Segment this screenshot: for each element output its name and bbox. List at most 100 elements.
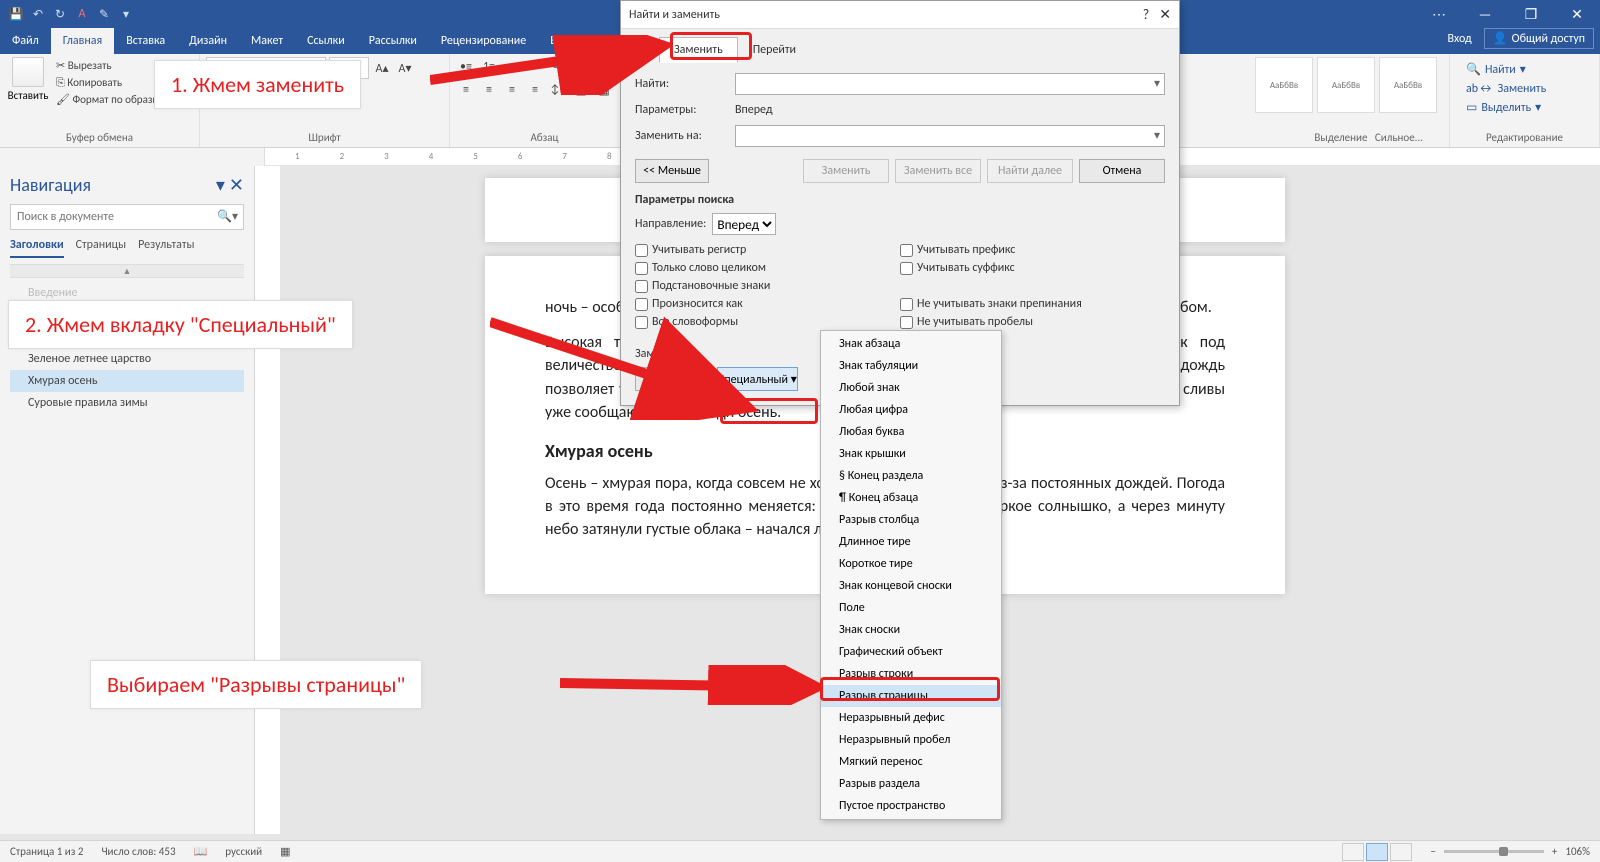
- style-item[interactable]: АаБбВв: [1255, 57, 1313, 113]
- chk-suffix[interactable]: Учитывать суффикс: [900, 261, 1165, 275]
- zoom-slider[interactable]: [1444, 850, 1544, 853]
- undo-icon[interactable]: ↶: [30, 6, 46, 22]
- heading-item[interactable]: Хмурая осень: [10, 370, 244, 392]
- cancel-button[interactable]: Отмена: [1079, 159, 1165, 183]
- menu-item[interactable]: Знак табуляции: [821, 355, 1001, 377]
- style-item[interactable]: АаБбВв: [1379, 57, 1437, 113]
- menu-item[interactable]: Графический объект: [821, 641, 1001, 663]
- tab-home[interactable]: Главная: [51, 28, 114, 54]
- dialog-help-icon[interactable]: ?: [1143, 6, 1150, 23]
- save-icon[interactable]: 💾: [8, 6, 24, 22]
- replace-button[interactable]: Заменить: [803, 159, 889, 183]
- menu-item[interactable]: Пустое пространство: [821, 795, 1001, 817]
- callout-2: 2. Жмем вкладку "Специальный": [8, 300, 353, 349]
- format-painter-button[interactable]: 🖌 Формат по образцу: [56, 91, 163, 108]
- cut-button[interactable]: ✂ Вырезать: [56, 57, 163, 74]
- menu-item[interactable]: Любая цифра: [821, 399, 1001, 421]
- menu-item[interactable]: § Конец раздела: [821, 465, 1001, 487]
- menu-item[interactable]: Поле: [821, 597, 1001, 619]
- nav-collapse-bar[interactable]: ▲: [10, 264, 244, 278]
- replace-all-button[interactable]: Заменить все: [895, 159, 981, 183]
- menu-item[interactable]: Разрыв строки: [821, 663, 1001, 685]
- print-layout-button[interactable]: [1366, 843, 1388, 861]
- replace-with-label: Заменить на:: [635, 129, 735, 143]
- minimize-button[interactable]: —: [1462, 0, 1508, 28]
- heading-item[interactable]: Суровые правила зимы: [10, 392, 244, 414]
- menu-item[interactable]: Знак концевой сноски: [821, 575, 1001, 597]
- vertical-ruler[interactable]: [255, 166, 281, 834]
- web-layout-button[interactable]: [1390, 843, 1412, 861]
- paste-button[interactable]: Вставить: [6, 57, 50, 108]
- menu-item[interactable]: Любая буква: [821, 421, 1001, 443]
- status-macro-icon[interactable]: ▦: [280, 845, 290, 858]
- menu-item[interactable]: Короткое тире: [821, 553, 1001, 575]
- nav-tab-results[interactable]: Результаты: [138, 238, 194, 258]
- status-proofing-icon[interactable]: 📖: [194, 845, 208, 858]
- search-icon[interactable]: 🔍▾: [217, 209, 238, 224]
- share-button[interactable]: 👤Общий доступ: [1484, 28, 1594, 49]
- nav-tab-headings[interactable]: Заголовки: [10, 238, 64, 258]
- tab-layout[interactable]: Макет: [239, 28, 295, 54]
- menu-item[interactable]: Неразрывный пробел: [821, 729, 1001, 751]
- direction-select[interactable]: Вперед: [712, 213, 776, 235]
- chk-ignore-punct[interactable]: Не учитывать знаки препинания: [900, 297, 1165, 311]
- dialog-tab-replace[interactable]: Заменить: [659, 37, 738, 63]
- select-button[interactable]: ▭ Выделить ▾: [1466, 99, 1583, 118]
- menu-item[interactable]: Разрыв столбца: [821, 509, 1001, 531]
- dialog-tab-goto[interactable]: Перейти: [738, 37, 811, 63]
- replace-input[interactable]: [735, 125, 1165, 147]
- font-color-icon[interactable]: A: [74, 6, 90, 22]
- chk-prefix[interactable]: Учитывать префикс: [900, 243, 1165, 257]
- less-button[interactable]: << Меньше: [635, 159, 709, 183]
- grow-font-icon[interactable]: A▴: [372, 58, 392, 78]
- dialog-title: Найти и заменить: [629, 8, 720, 22]
- status-language[interactable]: русский: [225, 845, 262, 858]
- heading-item[interactable]: Зеленое летнее царство: [10, 348, 244, 370]
- find-next-button[interactable]: Найти далее: [987, 159, 1073, 183]
- chk-whole-word[interactable]: Только слово целиком: [635, 261, 900, 275]
- chk-wildcards[interactable]: Подстановочные знаки: [635, 279, 900, 293]
- tab-design[interactable]: Дизайн: [177, 28, 239, 54]
- qat-more-icon[interactable]: ▾: [118, 6, 134, 22]
- find-input[interactable]: [735, 73, 1165, 95]
- menu-item[interactable]: Длинное тире: [821, 531, 1001, 553]
- highlight-icon[interactable]: ✎: [96, 6, 112, 22]
- close-button[interactable]: ✕: [1554, 0, 1600, 28]
- nav-title: Навигация: [10, 174, 91, 196]
- nav-tab-pages[interactable]: Страницы: [76, 238, 127, 258]
- status-words[interactable]: Число слов: 453: [101, 845, 175, 858]
- read-mode-button[interactable]: [1342, 843, 1364, 861]
- menu-item[interactable]: ¶ Конец абзаца: [821, 487, 1001, 509]
- style-item[interactable]: АаБбВв: [1317, 57, 1375, 113]
- maximize-button[interactable]: ❐: [1508, 0, 1554, 28]
- tab-insert[interactable]: Вставка: [114, 28, 177, 54]
- menu-item[interactable]: Неразрывный дефис: [821, 707, 1001, 729]
- redo-icon[interactable]: ↻: [52, 6, 68, 22]
- chk-ignore-space[interactable]: Не учитывать пробелы: [900, 315, 1165, 329]
- menu-item[interactable]: Знак абзаца: [821, 333, 1001, 355]
- replace-button[interactable]: ab↔ Заменить: [1466, 80, 1583, 99]
- shrink-font-icon[interactable]: A▾: [395, 58, 415, 78]
- chk-sounds-like[interactable]: Произносится как: [635, 297, 900, 311]
- find-button[interactable]: 🔍 Найти ▾: [1466, 61, 1583, 80]
- nav-close-icon[interactable]: ▾ ✕: [216, 174, 244, 196]
- menu-item[interactable]: Разрыв раздела: [821, 773, 1001, 795]
- menu-item[interactable]: Знак сноски: [821, 619, 1001, 641]
- tab-mailings[interactable]: Рассылки: [357, 28, 429, 54]
- zoom-out-button[interactable]: −: [1430, 845, 1435, 858]
- status-page[interactable]: Страница 1 из 2: [10, 845, 83, 858]
- zoom-level[interactable]: 106%: [1565, 845, 1590, 858]
- menu-item[interactable]: Мягкий перенос: [821, 751, 1001, 773]
- chk-match-case[interactable]: Учитывать регистр: [635, 243, 900, 257]
- nav-search-input[interactable]: [10, 204, 244, 230]
- menu-item-page-break[interactable]: Разрыв страницы: [821, 685, 1001, 707]
- signin-button[interactable]: Вход: [1435, 32, 1483, 46]
- dialog-close-icon[interactable]: ✕: [1159, 6, 1171, 23]
- menu-item[interactable]: Знак крышки: [821, 443, 1001, 465]
- ribbon-options-icon[interactable]: ⋯: [1416, 0, 1462, 28]
- tab-references[interactable]: Ссылки: [295, 28, 357, 54]
- zoom-in-button[interactable]: +: [1552, 845, 1557, 858]
- tab-file[interactable]: Файл: [0, 28, 51, 54]
- copy-button[interactable]: ⎘ Копировать: [56, 74, 163, 91]
- menu-item[interactable]: Любой знак: [821, 377, 1001, 399]
